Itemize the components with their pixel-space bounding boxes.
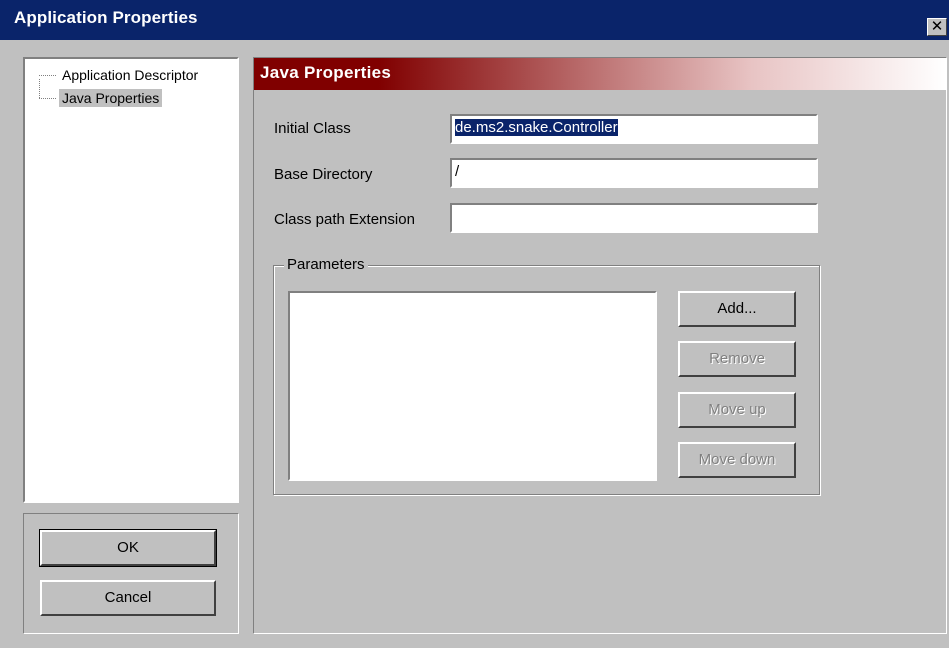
java-properties-panel: Java Properties Initial Class de.ms2.sna… <box>253 57 947 634</box>
cancel-button[interactable]: Cancel <box>40 580 216 616</box>
tree-item-label: Application Descriptor <box>62 67 199 83</box>
base-directory-input[interactable]: / <box>450 158 818 188</box>
initial-class-label: Initial Class <box>274 120 351 137</box>
parameters-list[interactable] <box>288 291 657 481</box>
panel-header: Java Properties <box>254 58 946 90</box>
initial-class-value: de.ms2.snake.Controller <box>455 119 618 136</box>
base-directory-label: Base Directory <box>274 166 373 183</box>
dialog-button-panel: OK Cancel <box>23 513 239 634</box>
close-icon: ✕ <box>930 18 944 35</box>
tree-item-java-properties[interactable]: Java Properties <box>37 79 163 108</box>
add-parameter-button[interactable]: Add... <box>678 291 796 327</box>
tree-connector <box>39 98 56 99</box>
application-properties-dialog: Application Properties ✕ Application Des… <box>0 0 949 648</box>
window-title: Application Properties <box>14 8 198 27</box>
close-button[interactable]: ✕ <box>927 18 947 36</box>
tree-connector <box>39 75 56 76</box>
tree-item-label: Java Properties <box>59 89 163 107</box>
move-up-button[interactable]: Move up <box>678 392 796 428</box>
navigation-tree[interactable]: Application Descriptor Java Properties <box>23 57 239 503</box>
panel-header-title: Java Properties <box>260 63 392 82</box>
tree-connector <box>39 79 40 98</box>
parameters-legend: Parameters <box>284 256 368 273</box>
ok-button[interactable]: OK <box>39 529 217 567</box>
title-bar[interactable]: Application Properties ✕ <box>0 0 949 40</box>
parameters-group: Parameters Add... Remove Move up Move do… <box>273 256 820 495</box>
move-down-button[interactable]: Move down <box>678 442 796 478</box>
base-directory-value: / <box>455 163 460 180</box>
initial-class-input[interactable]: de.ms2.snake.Controller <box>450 114 818 144</box>
tree-item-application-descriptor[interactable]: Application Descriptor <box>37 65 201 85</box>
class-path-extension-label: Class path Extension <box>274 211 415 228</box>
remove-parameter-button[interactable]: Remove <box>678 341 796 377</box>
class-path-extension-input[interactable] <box>450 203 818 233</box>
